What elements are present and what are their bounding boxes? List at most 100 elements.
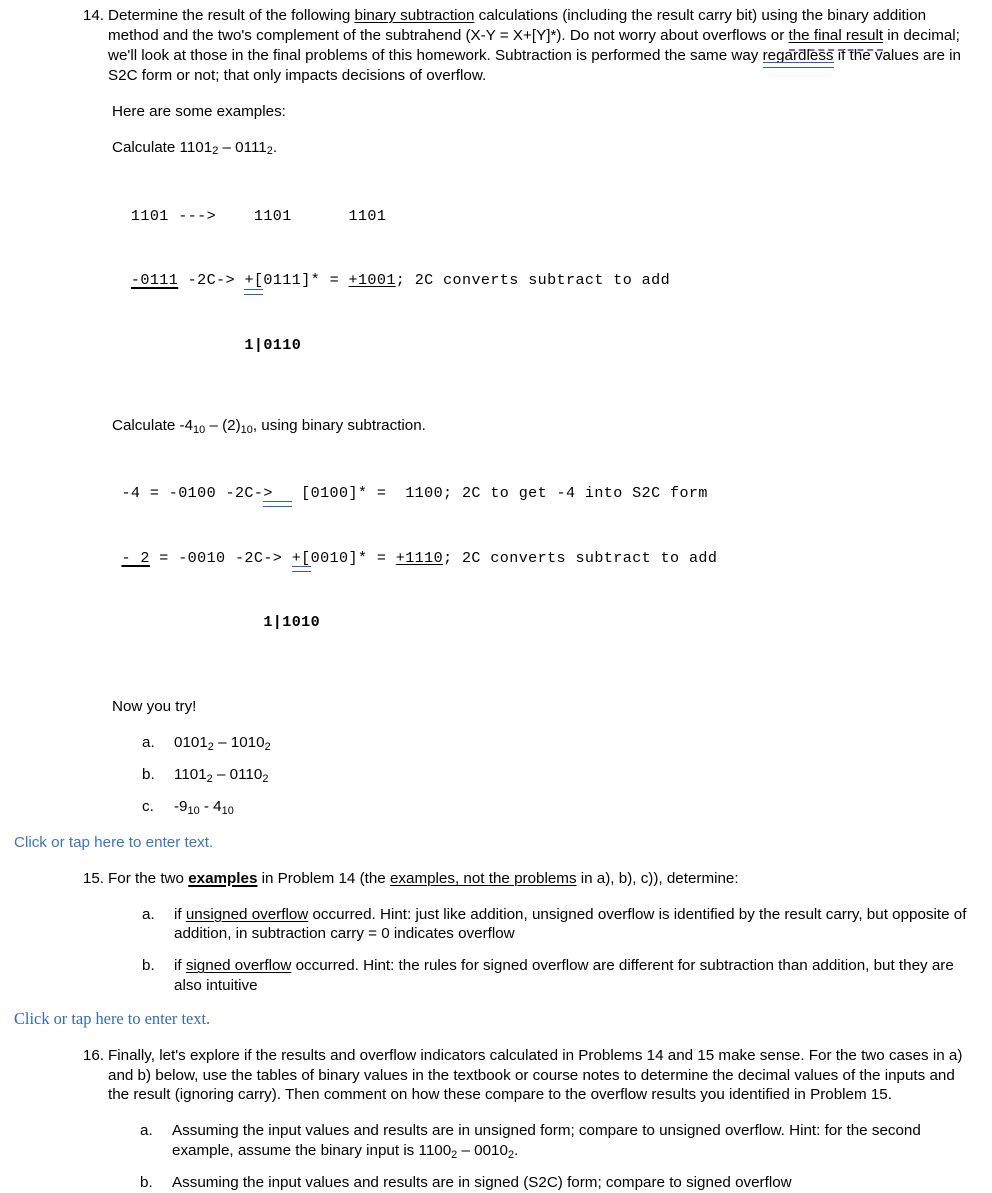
example-2-calculation: -4 = -0100 -2C-> [0100]* = 1100; 2C to g… xyxy=(0,440,992,677)
p14-a-mid: – 1010 xyxy=(213,733,265,751)
ex2-plus-bracket: +[ xyxy=(291,548,311,572)
ex1-caption-post: . xyxy=(272,138,278,156)
example-1-caption: Calculate 11012 – 01112. xyxy=(0,138,992,158)
p14-a-letter: a. xyxy=(142,733,155,751)
problem-16-number: 16. xyxy=(82,1046,104,1064)
p14-b-sub1: 2 xyxy=(206,772,213,785)
p15-b-part1: if xyxy=(174,957,186,975)
problem-16-subitem-b: b. Assuming the input values and results… xyxy=(0,1173,992,1193)
problem-16-subitem-a: a. Assuming the input values and results… xyxy=(0,1121,992,1161)
ex1-addend: +1001 xyxy=(348,271,396,290)
p14-text-part1: Determine the result of the following xyxy=(108,7,355,24)
ex1-l2-c: 0111]* = xyxy=(263,271,349,290)
ex1-l2-b: -2C-> xyxy=(178,271,245,290)
p15-a-text: if unsigned overflow occurred. Hint: jus… xyxy=(174,905,976,945)
p16-a-sub2: 2 xyxy=(507,1149,515,1162)
ex2-l2-c: 0010]* = xyxy=(310,548,396,567)
p16-a-text: Assuming the input values and results ar… xyxy=(172,1121,976,1161)
ex1-l2-d: ; 2C converts subtract to add xyxy=(395,271,671,290)
p16-a-sub1: 2 xyxy=(451,1149,458,1162)
p14-underlined-final-result: the final result xyxy=(788,26,884,51)
problem-15-subitem-b: b. if signed overflow occurred. Hint: th… xyxy=(0,956,992,996)
ex1-result: 1|0110 xyxy=(112,336,302,355)
problem-14: 14. Determine the result of the followin… xyxy=(0,6,992,86)
problem-15-subitem-a: a. if unsigned overflow occurred. Hint: … xyxy=(0,905,992,945)
ex1-minuend: -0111 xyxy=(130,271,179,290)
ex2-caption-mid: – (2) xyxy=(205,416,241,434)
ex2-caption-sub1: 10 xyxy=(193,423,206,436)
p14-a-sub2: 2 xyxy=(264,740,271,753)
p14-a-pre: 0101 xyxy=(174,733,208,751)
p16-a-letter: a. xyxy=(140,1122,153,1140)
ex2-caption-pre: Calculate -4 xyxy=(112,416,194,434)
p15-a-part1: if xyxy=(174,905,186,923)
problem-15-text: For the two examples in Problem 14 (the … xyxy=(108,869,976,889)
example-1-calculation: 1101 ---> 1101 1101 -0111 -2C-> +[0111]*… xyxy=(0,162,992,399)
problem-14-subitem-a: a. 01012 – 10102 xyxy=(0,733,992,753)
p14-c-sub1: 10 xyxy=(187,804,200,817)
p14-b-mid: – 0110 xyxy=(212,765,263,783)
p14-b-letter: b. xyxy=(142,765,155,783)
p16-a-post: . xyxy=(514,1142,519,1160)
ex2-addend: +1110 xyxy=(395,548,444,567)
ex2-minuend: - 2 xyxy=(121,548,150,567)
ex2-arrow-bracket: > xyxy=(263,483,293,507)
ex1-caption-sub2: 2 xyxy=(266,145,273,158)
ex1-line-1: 1101 ---> 1101 1101 xyxy=(112,206,387,225)
problem-16-text: Finally, let's explore if the results an… xyxy=(108,1046,963,1104)
ex1-line-2: -0111 -2C-> +[0111]* = +1001; 2C convert… xyxy=(112,270,992,295)
ex2-line-2: - 2 = -0010 -2C-> +[0010]* = +1110; 2C c… xyxy=(112,548,992,572)
p16-a-mid: – 0010 xyxy=(457,1142,508,1160)
p14-underlined-binary-subtraction: binary subtraction xyxy=(354,7,475,24)
problem-16: 16. Finally, let's explore if the result… xyxy=(0,1046,992,1106)
ex2-result: 1|1010 xyxy=(112,613,321,632)
problem-14-text: Determine the result of the following bi… xyxy=(108,6,976,86)
problem-14-number: 14. xyxy=(82,7,104,24)
ex1-plus-bracket: +[ xyxy=(244,270,264,295)
p14-a-text: 01012 – 10102 xyxy=(174,733,976,753)
p15-text-part3: in a), b), c)), determine: xyxy=(576,869,739,887)
p15-b-part2: occurred. Hint: the rules for signed ove… xyxy=(174,957,954,995)
answer-placeholder-1[interactable]: Click or tap here to enter text. xyxy=(0,833,992,853)
ex2-line-1: -4 = -0100 -2C-> [0100]* = 1100; 2C to g… xyxy=(112,483,992,507)
p14-underlined-regardless: regardless xyxy=(762,46,834,68)
examples-intro: Here are some examples: xyxy=(112,102,286,120)
p14-b-sub2: 2 xyxy=(262,772,269,785)
problem-14-subitem-c: c. -910 - 410 xyxy=(0,797,992,817)
p14-c-letter: c. xyxy=(142,797,154,815)
problem-15-number: 15. xyxy=(82,869,104,887)
p15-a-underlined-unsigned-overflow: unsigned overflow xyxy=(185,905,309,923)
p14-c-sub2: 10 xyxy=(221,804,234,817)
ex2-l2-d: ; 2C converts subtract to add xyxy=(443,548,718,567)
p15-b-underlined-signed-overflow: signed overflow xyxy=(185,957,292,975)
p15-underlined-examples-not-problems: examples, not the problems xyxy=(389,869,577,887)
problem-15: 15. For the two examples in Problem 14 (… xyxy=(0,869,992,889)
p14-c-mid: - 4 xyxy=(199,797,222,815)
ex1-caption-mid: – 0111 xyxy=(218,138,267,156)
answer-placeholder-2[interactable]: Click or tap here to enter text. xyxy=(0,1008,992,1029)
p15-b-text: if signed overflow occurred. Hint: the r… xyxy=(174,956,976,996)
p16-b-pre: Assuming the input values and results ar… xyxy=(172,1174,792,1192)
p14-a-sub1: 2 xyxy=(207,740,214,753)
example-2-caption: Calculate -410 – (2)10, using binary sub… xyxy=(0,416,992,436)
p15-a-letter: a. xyxy=(142,905,155,923)
p14-c-text: -910 - 410 xyxy=(174,797,976,817)
p15-text-part2: in Problem 14 (the xyxy=(257,869,390,887)
p16-b-letter: b. xyxy=(140,1174,153,1192)
ex1-caption-sub1: 2 xyxy=(212,145,219,158)
ex2-l2-b: = -0010 -2C-> xyxy=(149,548,292,567)
p15-b-letter: b. xyxy=(142,957,155,975)
ex2-l1-b: [0100]* = 1100; 2C to get -4 into S2C fo… xyxy=(291,483,708,502)
ex1-caption-pre: Calculate 1101 xyxy=(112,138,213,156)
p15-bold-examples: examples xyxy=(188,869,258,887)
ex2-l1-a: -4 = -0100 -2C- xyxy=(112,483,264,502)
problem-14-subitem-b: b. 11012 – 01102 xyxy=(0,765,992,785)
p15-text-part1: For the two xyxy=(108,869,189,887)
